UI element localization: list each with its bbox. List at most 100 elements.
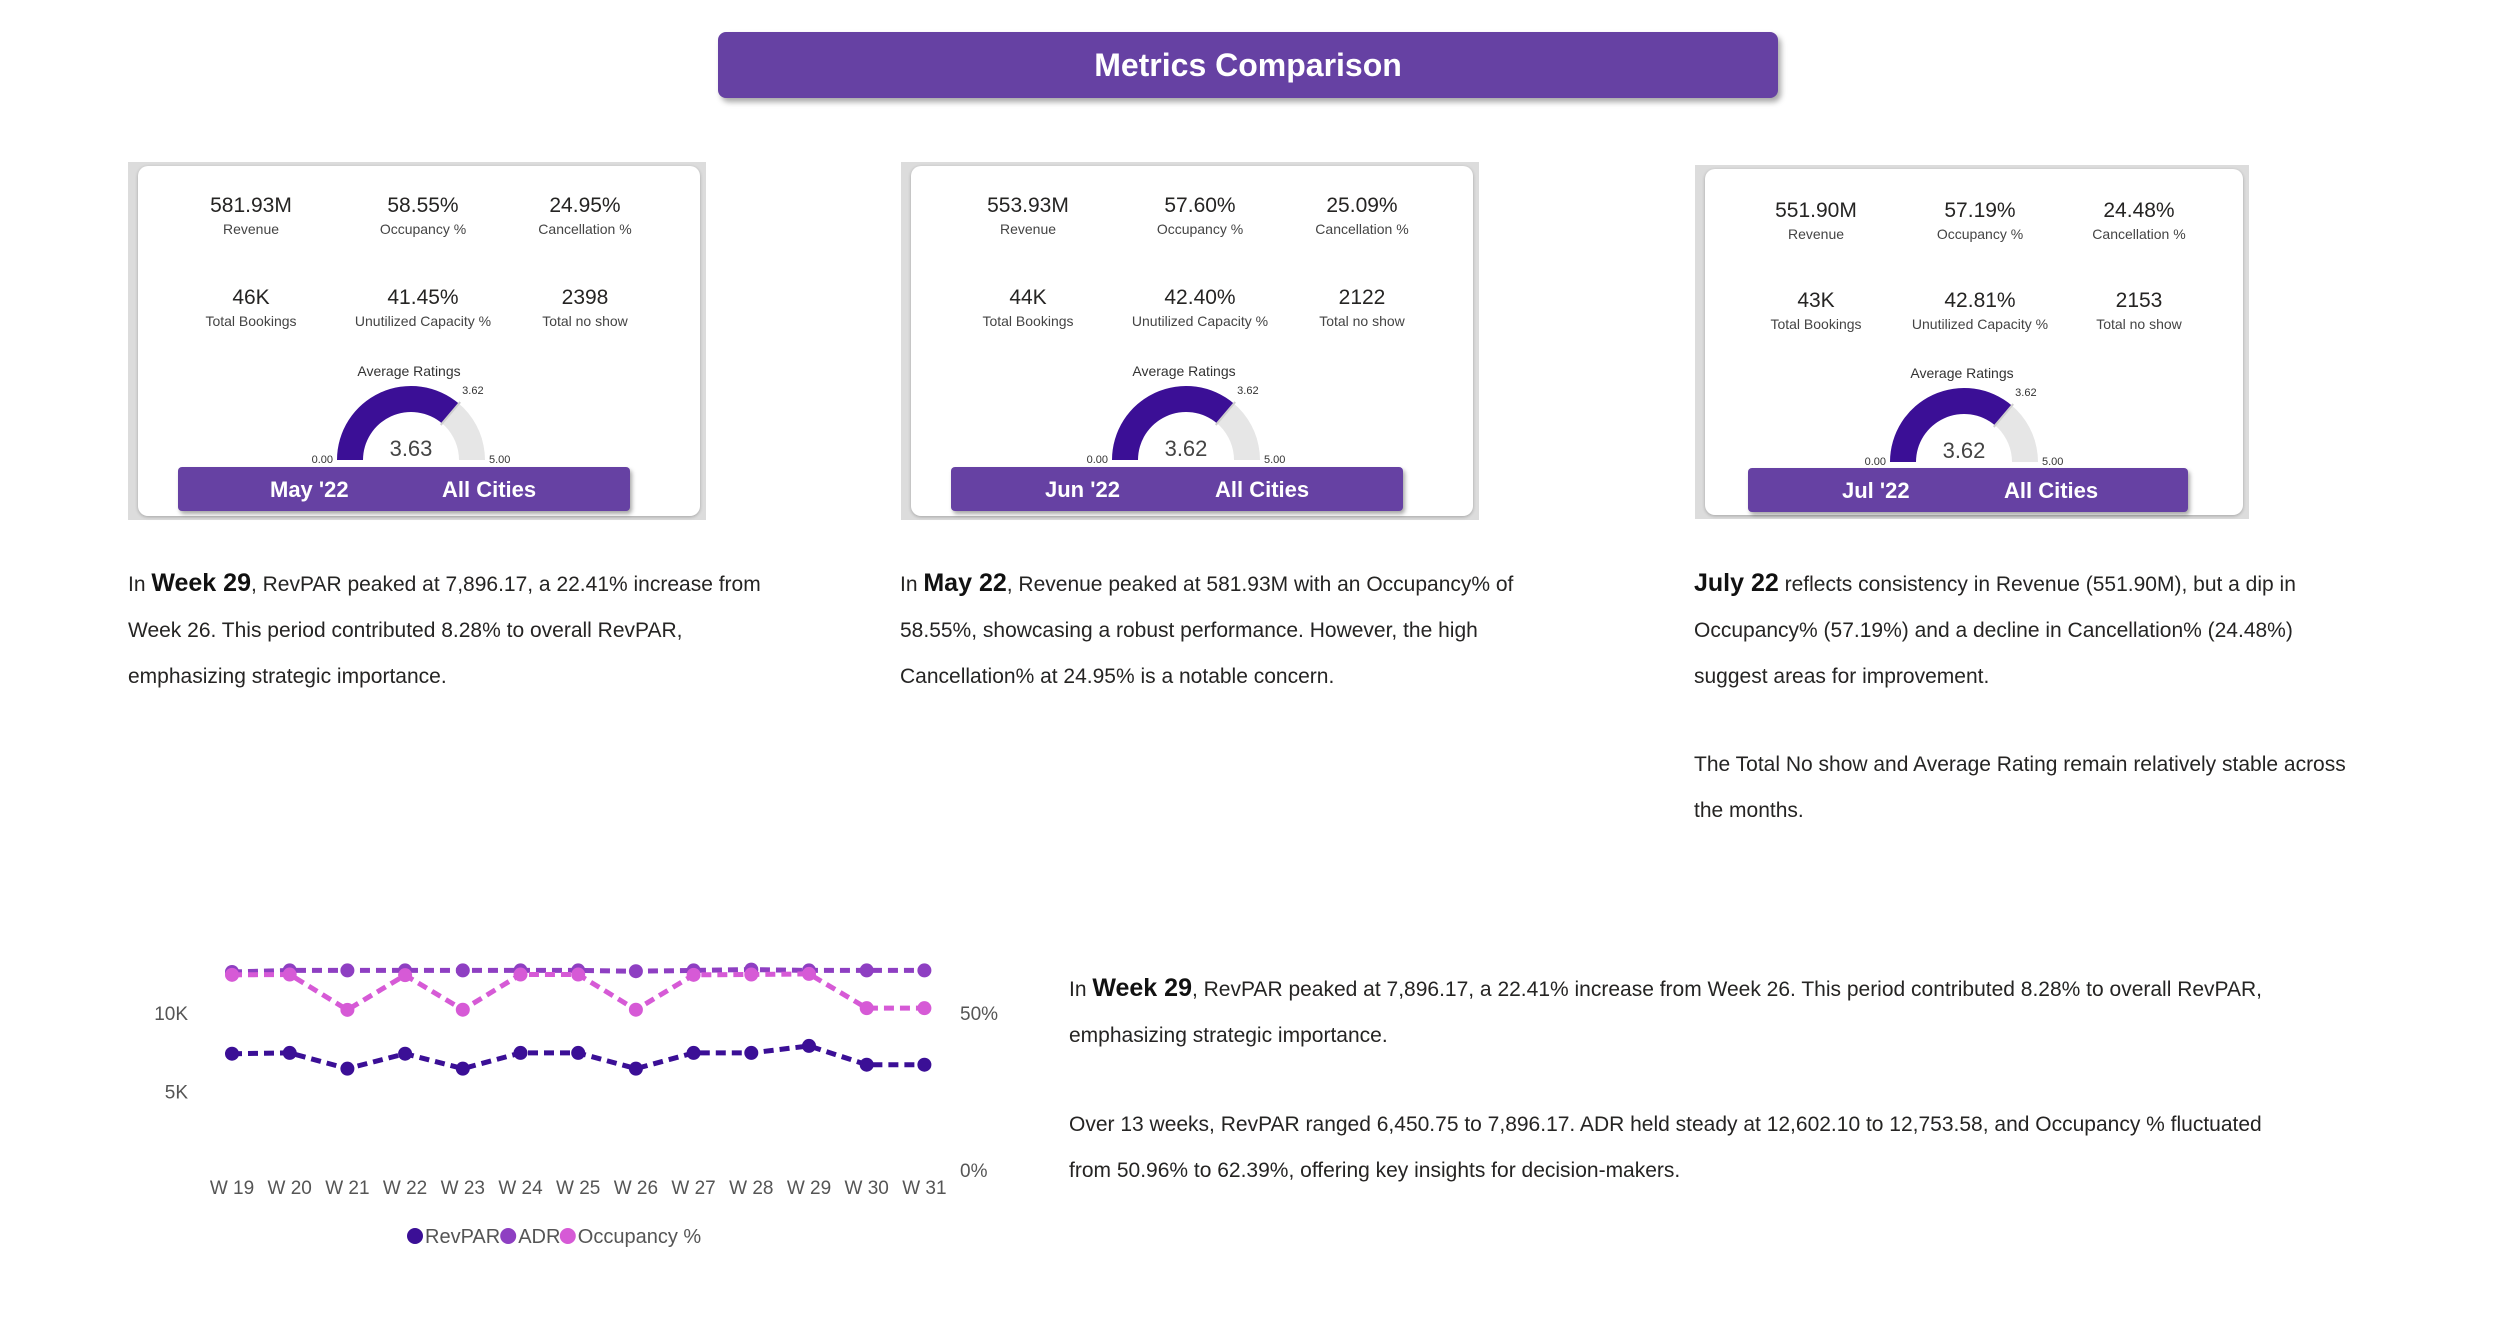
insight-week29-bottom: In Week 29, RevPAR peaked at 7,896.17, a…	[1069, 974, 2263, 1047]
ratings-gauge: 3.62 0.00 5.00 3.62	[1865, 387, 2064, 468]
data-point	[859, 1001, 874, 1016]
gauge-min-label: 0.00	[1865, 456, 1886, 468]
x-tick-label: W 26	[614, 1178, 658, 1199]
data-point	[917, 963, 932, 978]
data-point	[340, 1061, 355, 1076]
legend-label: Occupancy %	[578, 1226, 702, 1248]
metric-unutilized-capacity: 42.40% Unutilized Capacity %	[1131, 286, 1269, 329]
data-point	[398, 968, 413, 983]
data-point	[686, 967, 701, 982]
x-tick-label: W 27	[671, 1178, 715, 1199]
metric-unutilized-capacity: 41.45% Unutilized Capacity %	[354, 286, 492, 329]
x-tick-label: W 23	[441, 1178, 485, 1199]
y-left-tick: 10K	[154, 1004, 188, 1025]
data-point	[225, 1046, 239, 1061]
gauge-target-label: 3.62	[462, 385, 483, 397]
y-left-tick: 5K	[165, 1082, 189, 1103]
data-point	[628, 1061, 643, 1076]
month-label: Jul '22	[1842, 478, 1910, 503]
weekly-trend-chart: 10K 5K 50% 0% W 19 W 20 W 21 W 22 W 23 W 24 W 25 W …	[154, 962, 998, 1248]
gauge-value: 3.63	[390, 436, 433, 461]
metric-cancellation: 24.48% Cancellation %	[2092, 199, 2186, 242]
page-title: Metrics Comparison	[718, 32, 1778, 98]
gauge-max-label: 5.00	[1264, 454, 1285, 466]
data-point	[282, 1045, 297, 1060]
metric-total-bookings: 44K Total Bookings	[982, 286, 1074, 329]
legend-label: RevPAR	[425, 1226, 500, 1248]
card-tag: Jul '22 All Cities	[1748, 468, 2188, 512]
insight-week29-top: In Week 29, RevPAR peaked at 7,896.17, a…	[128, 569, 761, 688]
card-tag: May '22 All Cities	[178, 467, 630, 511]
gauge-target-label: 3.62	[2015, 387, 2036, 399]
metric-no-show: 2153 Total no show	[2096, 289, 2182, 332]
gauge-max-label: 5.00	[2042, 456, 2063, 468]
y-right-tick: 50%	[960, 1004, 998, 1025]
y-right-tick: 0%	[960, 1161, 988, 1182]
x-tick-label: W 28	[729, 1178, 773, 1199]
x-tick-label: W 22	[383, 1178, 427, 1199]
data-point	[628, 964, 643, 979]
data-point	[686, 1045, 701, 1060]
gauge-min-label: 0.00	[1087, 454, 1108, 466]
x-tick-label: W 24	[498, 1178, 543, 1199]
legend-marker	[407, 1228, 423, 1244]
metric-revenue: 551.90M Revenue	[1775, 199, 1857, 242]
month-label: May '22	[270, 477, 349, 502]
gauge-value: 3.62	[1165, 436, 1208, 461]
city-label: All Cities	[442, 477, 537, 502]
legend-marker	[559, 1228, 576, 1244]
data-point	[859, 963, 874, 978]
metric-unutilized-capacity: 42.81% Unutilized Capacity %	[1911, 289, 2049, 332]
data-point	[571, 1045, 586, 1060]
gauge-max-label: 5.00	[489, 454, 510, 466]
data-point	[513, 1045, 528, 1060]
card-tag: Jun '22 All Cities	[951, 467, 1403, 511]
data-point	[398, 1046, 413, 1061]
data-point	[340, 1002, 355, 1017]
data-point	[917, 1057, 932, 1072]
data-point	[455, 1061, 470, 1076]
kpi-card-body: 581.93M Revenue 58.55% Occupancy % 24.95% C…	[138, 166, 700, 516]
insight-stability: The Total No show and Average Rating rem…	[1694, 753, 2346, 822]
metric-cancellation: 25.09% Cancellation %	[1315, 194, 1409, 237]
kpi-card-jul: 551.90M Revenue 57.19% Occupancy % 24.48% C…	[1695, 165, 2249, 519]
x-tick-label: W 19	[210, 1178, 254, 1199]
insight-13-weeks: Over 13 weeks, RevPAR ranged 6,450.75 to…	[1069, 1113, 2262, 1182]
x-tick-label: W 30	[845, 1178, 889, 1199]
data-point	[455, 1002, 470, 1017]
x-tick-label: W 31	[902, 1178, 946, 1199]
metric-total-bookings: 43K Total Bookings	[1770, 289, 1862, 332]
x-tick-label: W 29	[787, 1178, 831, 1199]
metric-occupancy: 58.55% Occupancy %	[379, 194, 467, 237]
gauge-value: 3.62	[1943, 438, 1986, 463]
data-point	[802, 1038, 816, 1053]
ratings-gauge: 3.63 0.00 5.00 3.62	[312, 385, 511, 466]
data-point	[571, 967, 586, 982]
kpi-card-jun: 553.93M Revenue 57.60% Occupancy % 25.09% C…	[901, 162, 1479, 520]
metric-cancellation: 24.95% Cancellation %	[538, 194, 632, 237]
insight-july: July 22 reflects consistency in Revenue …	[1694, 569, 2296, 688]
data-point	[628, 1002, 643, 1017]
metric-occupancy: 57.19% Occupancy %	[1936, 199, 2024, 242]
metric-no-show: 2398 Total no show	[542, 286, 628, 329]
data-point	[225, 967, 239, 982]
metric-occupancy: 57.60% Occupancy %	[1156, 194, 1244, 237]
gauge-min-label: 0.00	[312, 454, 333, 466]
kpi-card-may: 581.93M Revenue 58.55% Occupancy % 24.95% C…	[128, 162, 706, 520]
metric-revenue: 581.93M Revenue	[210, 194, 292, 237]
metric-revenue: 553.93M Revenue	[987, 194, 1069, 237]
data-point	[917, 1001, 932, 1016]
data-point	[282, 967, 297, 982]
data-point	[859, 1057, 874, 1072]
kpi-card-body: 553.93M Revenue 57.60% Occupancy % 25.09% C…	[911, 166, 1473, 516]
data-point	[802, 966, 816, 981]
x-tick-label: W 20	[268, 1178, 312, 1199]
data-point	[513, 967, 528, 982]
metric-total-bookings: 46K Total Bookings	[205, 286, 297, 329]
insight-may: In May 22, Revenue peaked at 581.93M wit…	[900, 569, 1514, 688]
city-label: All Cities	[2004, 478, 2099, 503]
data-point	[744, 1045, 759, 1060]
gauge-target-label: 3.62	[1237, 385, 1258, 397]
kpi-card-body: 551.90M Revenue 57.19% Occupancy % 24.48% C…	[1705, 169, 2243, 515]
data-point	[744, 967, 759, 982]
